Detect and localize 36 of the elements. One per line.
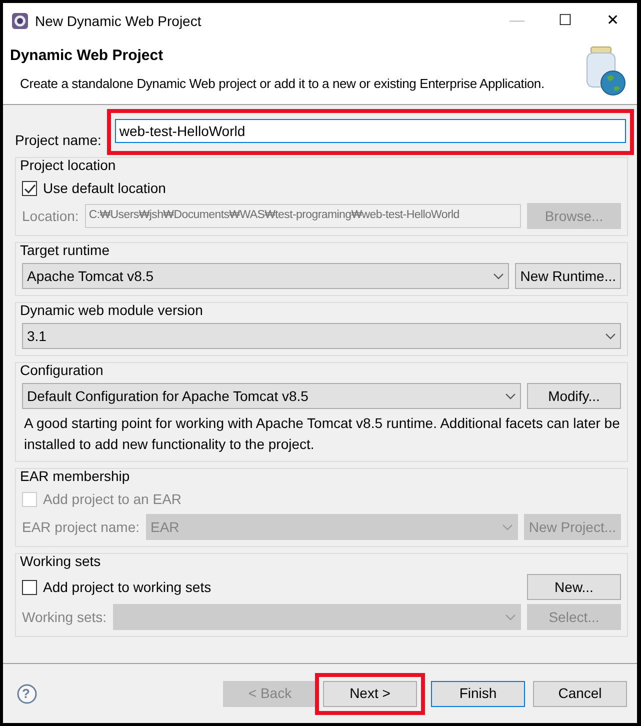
dialog-button[interactable]: Finish	[431, 680, 525, 706]
group-title: Dynamic web module version	[20, 301, 204, 319]
page-title: Dynamic Web Project	[10, 46, 164, 66]
dialog-button: < Back	[223, 680, 317, 706]
checkbox-label: Add project to working sets	[43, 578, 212, 597]
page-description: Create a standalone Dynamic Web project or add it to a new or existing Enterprise Application.	[20, 74, 546, 93]
maximize-button[interactable]: ☐	[541, 10, 589, 32]
dialog-button[interactable]: Cancel	[533, 680, 627, 706]
dropdown[interactable]: Default Configuration for Apache Tomcat v8.5	[22, 383, 521, 409]
group-title: Working sets	[20, 552, 102, 570]
field-label: Working sets:	[22, 608, 107, 627]
dropdown[interactable]: Apache Tomcat v8.5	[22, 263, 510, 289]
description-text: A good starting point for working with Apache Tomcat v8.5 runtime. Additional facets can later be installed to add new functionality to the project.	[24, 414, 621, 454]
project-name-field[interactable]: web-test-HelloWorld	[115, 119, 626, 143]
dialog-button: New Project...	[524, 514, 621, 540]
dialog-button: Browse...	[527, 203, 621, 229]
dialog-button[interactable]: New Runtime...	[515, 263, 621, 289]
dialog-button[interactable]: Next >	[323, 680, 417, 706]
field-label: Location:	[22, 206, 79, 226]
dialog-button[interactable]: Modify...	[527, 383, 621, 409]
dialog-button: Select...	[527, 604, 621, 630]
path-field: C:₩Users₩jsh₩Documents₩WAS₩test-programing₩web-test-HelloWorld	[84, 204, 521, 228]
help-glyph: ?	[22, 684, 31, 703]
dropdown[interactable]: 3.1	[22, 323, 621, 349]
group-title: Configuration	[20, 361, 104, 379]
checkbox-label: Use default location	[43, 179, 167, 198]
field-label: Project name:	[15, 130, 102, 150]
close-button[interactable]: ✕	[589, 10, 637, 32]
window-title: New Dynamic Web Project	[35, 12, 202, 31]
dropdown: EAR	[146, 514, 518, 540]
checkbox-label: Add project to an EAR	[43, 490, 183, 509]
group-title: Project location	[20, 156, 117, 174]
dialog-button[interactable]: New...	[527, 574, 621, 600]
group-title: EAR membership	[20, 467, 131, 485]
group-title: Target runtime	[20, 241, 110, 259]
field-label: EAR project name:	[22, 518, 140, 537]
